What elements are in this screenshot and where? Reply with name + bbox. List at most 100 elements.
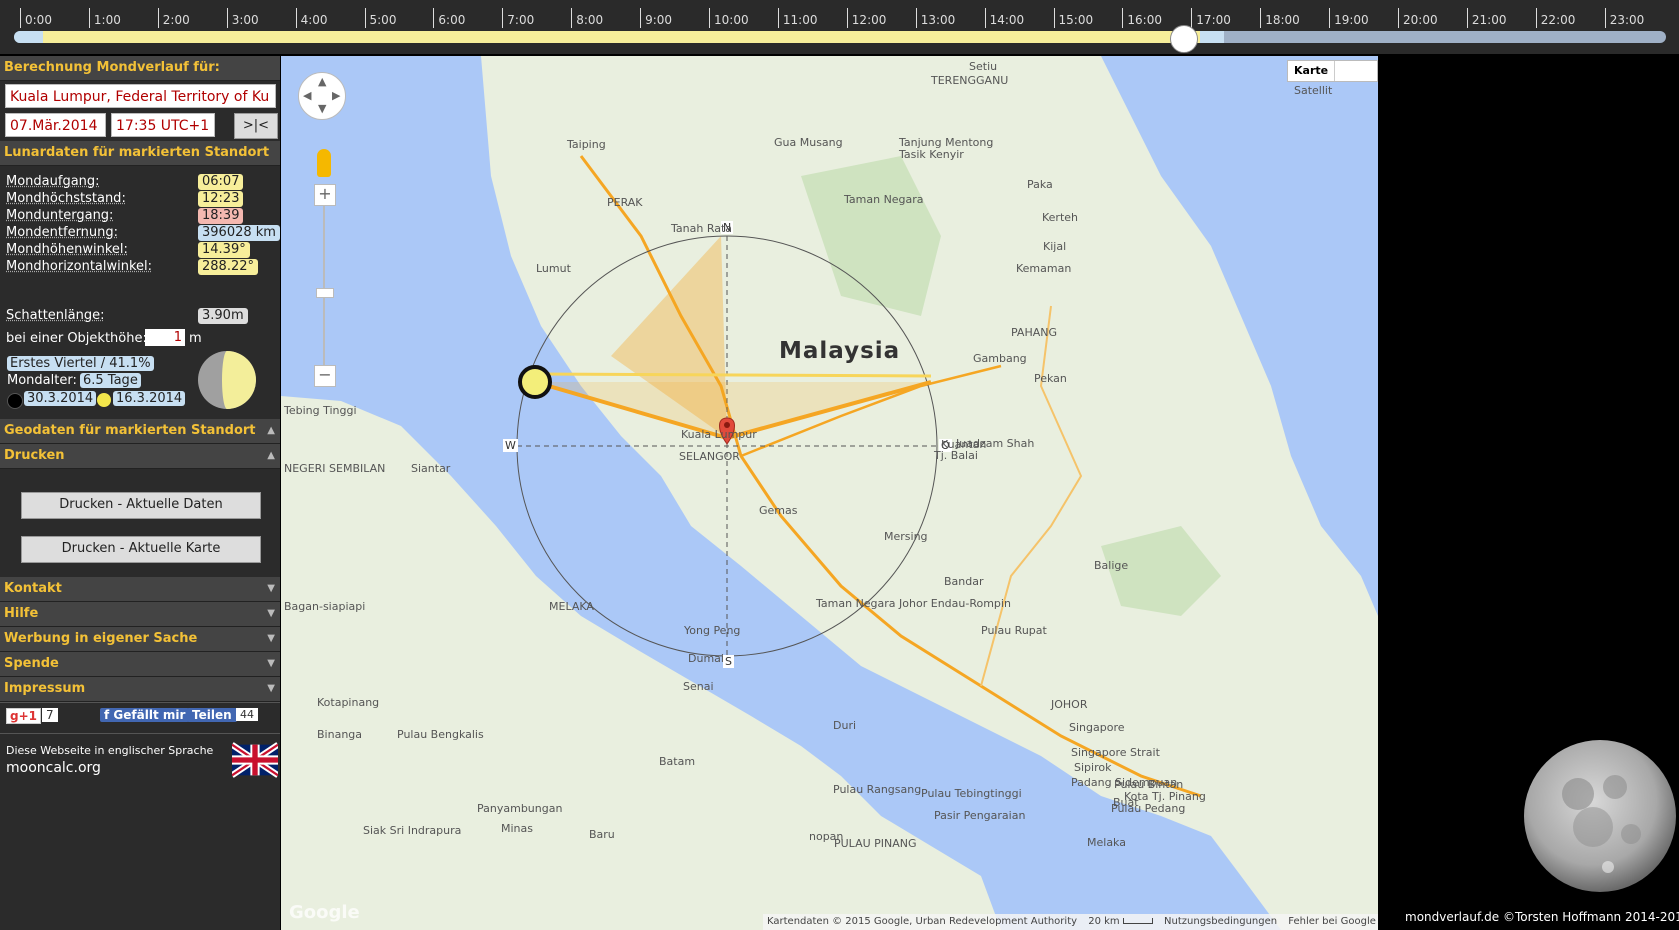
sidebar: Berechnung Mondverlauf für: Kuala Lumpur…	[0, 56, 280, 930]
zoom-out-button[interactable]: −	[314, 365, 336, 387]
map-place-label: Kotapinang	[317, 696, 380, 709]
map-place-label: Gambang	[973, 352, 1027, 365]
time-input[interactable]: 17:35 UTC+1	[111, 113, 215, 137]
moon-age-value: 6.5 Tage	[80, 373, 141, 388]
fb-share-button[interactable]: Teilen	[187, 708, 237, 722]
map-place-label: Batam	[659, 755, 696, 768]
fb-like-button[interactable]: f Gefällt mir	[100, 708, 190, 722]
pan-up-icon[interactable]: ▲	[318, 75, 326, 88]
new-moon-date: 30.3.2014	[24, 391, 97, 406]
section-collapsed[interactable]: Impressum ▼	[0, 677, 280, 702]
pan-down-icon[interactable]: ▼	[318, 102, 326, 115]
timeline-track[interactable]	[14, 31, 1666, 43]
copyright: mondverlauf.de ©Torsten Hoffmann 2014-20…	[1405, 910, 1679, 924]
map-type-map[interactable]: Karte	[1288, 61, 1336, 81]
timeline-hour-label: 5:00	[369, 13, 397, 27]
map-place-label: Panyambungan	[477, 802, 563, 815]
moon-phase-label: Erstes Viertel / 41.1%	[7, 356, 154, 371]
map-place-label: Pekan	[1034, 372, 1067, 385]
now-button[interactable]: >|<	[234, 113, 278, 139]
map-place-label: Kuala Lumpur	[681, 428, 757, 441]
map-place-label: Taiping	[567, 138, 606, 151]
section-label: Kontakt	[4, 581, 62, 596]
timeline-hour-label: 4:00	[300, 13, 328, 27]
google-logo[interactable]: Google	[289, 902, 360, 923]
map-place-label: Mersing	[884, 530, 928, 543]
map-canvas[interactable]	[281, 56, 1378, 930]
chevron-down-icon[interactable]: ▼	[267, 652, 275, 676]
zoom-slider-track[interactable]	[323, 205, 325, 365]
uk-flag-icon[interactable]	[232, 742, 278, 778]
timeline-hour-label: 13:00	[920, 13, 956, 27]
section-calc-header: Berechnung Mondverlauf für:	[0, 56, 280, 81]
english-link[interactable]: Diese Webseite in englischer Sprache moo…	[0, 733, 280, 788]
print-map-button[interactable]: Drucken - Aktuelle Karte	[21, 536, 261, 563]
timeline-hour-tick: 6:00	[433, 8, 465, 28]
timeline-hour-tick: 20:00	[1398, 8, 1438, 28]
full-moon-icon	[97, 393, 111, 407]
timeline-hour-tick: 22:00	[1535, 8, 1575, 28]
chevron-down-icon[interactable]: ▼	[267, 627, 275, 651]
location-input[interactable]: Kuala Lumpur, Federal Territory of Ku	[5, 84, 276, 108]
report-link[interactable]: Fehler bei Google Maps melden	[1288, 916, 1378, 927]
map-place-label: Kemaman	[1016, 262, 1072, 275]
gplus-count: 7	[42, 708, 58, 722]
lunar-row-value: 396028 km	[198, 225, 280, 241]
date-input[interactable]: 07.Mär.2014	[5, 113, 106, 137]
map-place-label: Bandar	[944, 575, 984, 588]
section-print[interactable]: Drucken ▲	[0, 444, 280, 469]
pan-right-icon[interactable]: ▶	[332, 89, 340, 102]
object-height-input[interactable]: 1	[145, 329, 185, 346]
timeline-hour-label: 23:00	[1609, 13, 1645, 27]
timeline-hour-label: 12:00	[851, 13, 887, 27]
map-place-label: Duri	[833, 719, 857, 732]
map-place-label: Siak Sri Indrapura	[363, 824, 462, 837]
timeline-hour-tick: 3:00	[226, 8, 259, 28]
moon-position-marker[interactable]	[518, 365, 552, 399]
timeline-hour-tick: 7:00	[502, 8, 534, 28]
chevron-down-icon[interactable]: ▼	[267, 602, 275, 626]
object-height-label: bei einer Objekthöhe:	[6, 331, 147, 346]
timeline-hour-label: 2:00	[162, 13, 190, 27]
chevron-down-icon[interactable]: ▼	[267, 577, 275, 601]
map-attribution: Kartendaten © 2015 Google, Urban Redevel…	[767, 916, 1078, 927]
chevron-down-icon[interactable]: ▼	[267, 677, 275, 701]
timeline-slider-handle[interactable]	[1169, 25, 1198, 53]
map-place-label: Dumai	[688, 652, 724, 665]
map-place-label: PERAK	[607, 196, 643, 209]
section-collapsed[interactable]: Kontakt ▼	[0, 577, 280, 602]
lunar-row-value: 12:23	[198, 191, 244, 207]
timeline-hour-tick: 13:00	[915, 8, 955, 28]
english-site[interactable]: mooncalc.org	[6, 760, 101, 776]
map-place-label: Yong Peng	[684, 624, 741, 637]
timeline-hour-label: 16:00	[1127, 13, 1162, 27]
map-place-label: Balige	[1094, 559, 1129, 572]
map-type-satellite[interactable]: Satellit	[1288, 81, 1338, 101]
section-collapsed[interactable]: Spende ▼	[0, 652, 280, 677]
lunar-row-value: 06:07	[198, 174, 244, 190]
terms-link[interactable]: Nutzungsbedingungen	[1164, 916, 1277, 927]
timeline-bar[interactable]: 0:00 1:00 2:00 3:00 4:00 5:00 6:00 7:00 8:00 9:00…	[0, 0, 1679, 54]
pegman-icon[interactable]	[317, 149, 331, 177]
shadow-length-value: 3.90m	[198, 308, 248, 324]
map-place-label: Paka	[1027, 178, 1053, 191]
object-height-unit: m	[189, 331, 202, 346]
gplus-button[interactable]: g+1	[6, 708, 41, 724]
zoom-slider-handle[interactable]	[316, 288, 334, 298]
map-view[interactable]: N S W O Malaysia Setiu TERENGGANU Gua Musa…	[281, 56, 1378, 930]
timeline-hour-tick: 17:00	[1191, 8, 1231, 28]
timeline-hour-tick: 0:00	[20, 8, 52, 28]
section-geodata[interactable]: Geodaten für markierten Standort ▲	[0, 419, 280, 444]
timeline-hour-label: 14:00	[989, 13, 1025, 27]
moonrise-direction-line	[534, 372, 932, 378]
fb-count: 44	[236, 708, 258, 721]
section-lunar-header: Lunardaten für markierten Standort	[0, 141, 280, 166]
print-data-button[interactable]: Drucken - Aktuelle Daten	[21, 492, 261, 519]
section-collapsed[interactable]: Werbung in eigener Sache ▼	[0, 627, 280, 652]
pan-left-icon[interactable]: ◀	[303, 89, 311, 102]
section-label: Hilfe	[4, 606, 39, 621]
pan-control[interactable]: ▲ ▼ ◀ ▶	[298, 72, 346, 120]
map-place-label: Pulau Bengkalis	[397, 728, 484, 741]
section-collapsed[interactable]: Hilfe ▼	[0, 602, 280, 627]
zoom-in-button[interactable]: +	[314, 184, 336, 206]
